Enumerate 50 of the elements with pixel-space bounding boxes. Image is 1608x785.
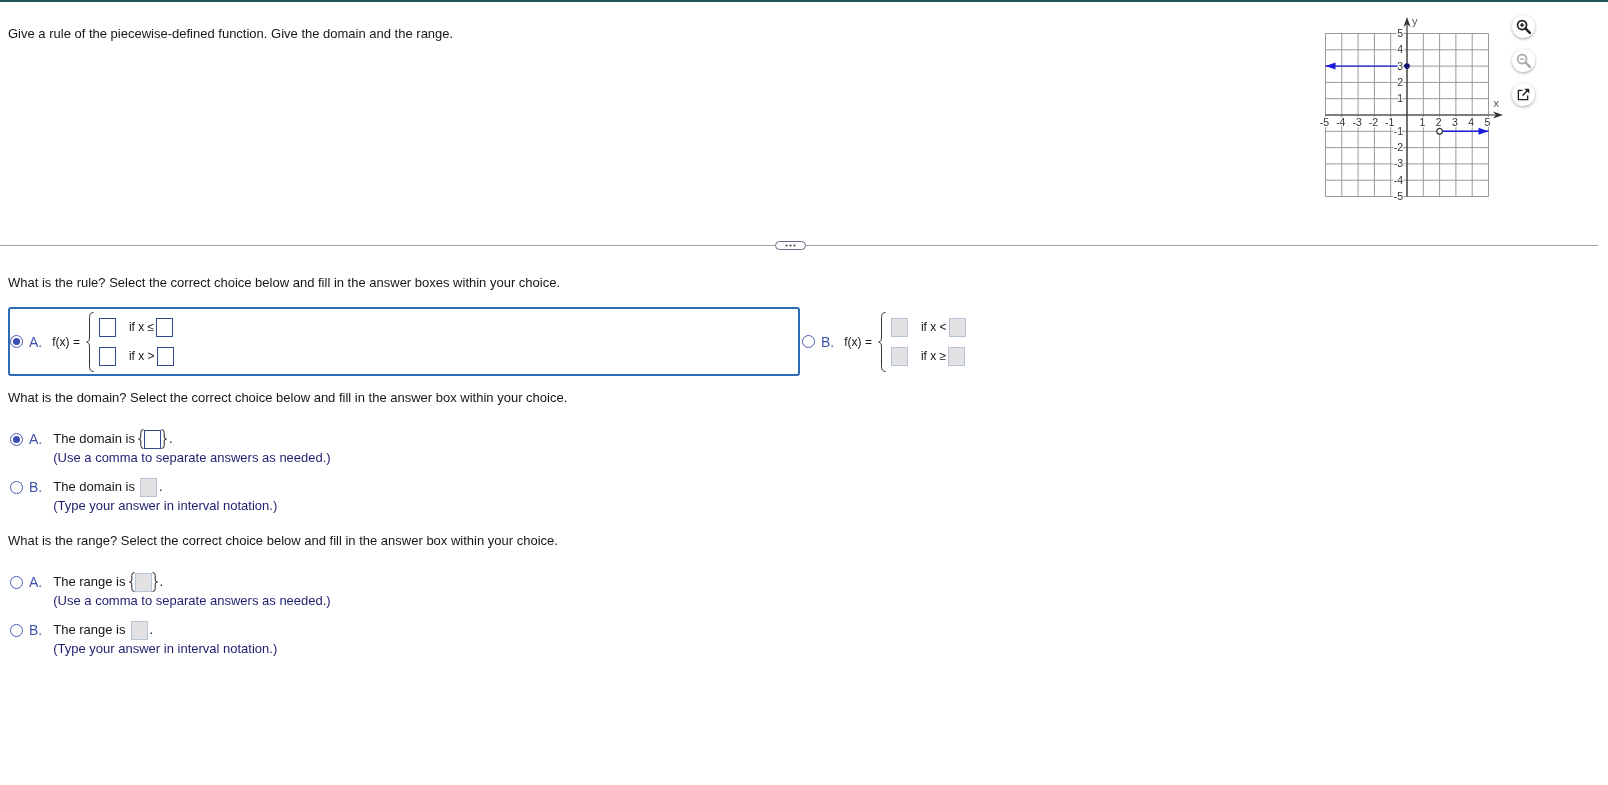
choice-text: The range is — [53, 622, 126, 638]
condition-text: if x < — [920, 320, 947, 334]
tick-label: -4 — [1393, 173, 1403, 186]
condition-text: if x ≤ — [128, 320, 155, 334]
choice-text: The domain is — [53, 431, 135, 447]
function-label: f(x) = — [844, 334, 872, 349]
tick-label: -5 — [1319, 116, 1330, 128]
choice-letter: A. — [29, 431, 43, 447]
hint-text: (Use a comma to separate answers as needed.) — [53, 449, 331, 466]
choice-text: The domain is — [53, 479, 135, 495]
tick-label: 5 — [1484, 116, 1491, 128]
tick-label: -2 — [1368, 116, 1379, 128]
choice-letter: B. — [29, 622, 43, 638]
tick-label: -3 — [1352, 116, 1362, 128]
axis-label: y — [1412, 14, 1418, 27]
tick-label: 4 — [1468, 116, 1475, 128]
hint-text: (Type your answer in interval notation.) — [53, 497, 278, 514]
choice-letter: A. — [29, 333, 43, 350]
hint-text: (Type your answer in interval notation.) — [53, 640, 278, 657]
tick-label: -1 — [1393, 124, 1403, 137]
tick-label: 1 — [1397, 92, 1403, 105]
prompt-text: What is the domain? Select the correct choice below and fill in the answer box within your choice. — [8, 390, 568, 406]
choice-text: The range is — [53, 574, 126, 590]
prompt-text: What is the range? Select the correct choice below and fill in the answer box within your choice. — [8, 533, 558, 549]
hint-text: (Use a comma to separate answers as needed.) — [53, 592, 331, 609]
tick-label: 2 — [1435, 116, 1442, 128]
tick-label: -2 — [1393, 141, 1403, 154]
period-text: . — [158, 479, 163, 495]
tick-label: 5 — [1397, 27, 1403, 39]
tick-label: -4 — [1336, 116, 1346, 128]
question-text: Give a rule of the piecewise-defined function. Give the domain and the range. — [8, 26, 454, 42]
tick-label: -5 — [1393, 190, 1403, 202]
condition-text: if x > — [128, 349, 155, 363]
period-text: . — [159, 574, 164, 590]
tick-label: 3 — [1397, 59, 1403, 72]
tick-label: 3 — [1452, 116, 1458, 128]
tick-label: -3 — [1393, 157, 1403, 170]
period-text: . — [149, 622, 154, 638]
period-text: . — [168, 431, 173, 447]
prompt-text: What is the rule? Select the correct choice below and fill in the answer boxes within your choice. — [8, 275, 561, 291]
choice-letter: B. — [821, 333, 835, 350]
choice-letter: B. — [29, 479, 43, 495]
tick-label: 1 — [1419, 116, 1426, 128]
tick-label: 4 — [1397, 43, 1403, 56]
function-label: f(x) = — [52, 334, 80, 349]
condition-text: if x ≥ — [920, 349, 947, 363]
axis-label: x — [1493, 97, 1499, 109]
tick-label: -1 — [1385, 116, 1395, 128]
tick-label: 2 — [1397, 75, 1403, 88]
choice-letter: A. — [29, 574, 43, 590]
